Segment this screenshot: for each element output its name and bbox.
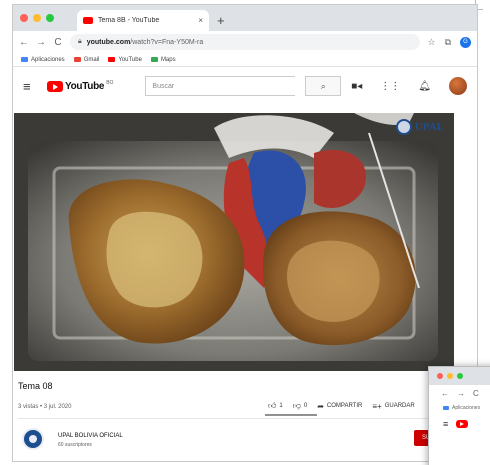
bookmark-youtube[interactable]: YouTube: [108, 57, 142, 63]
search-button[interactable]: ⌕: [305, 76, 342, 96]
channel-subscribers: 60 suscriptores: [58, 442, 92, 448]
maximize-window-button[interactable]: [46, 14, 54, 22]
video-player[interactable]: UPAL: [14, 113, 454, 371]
apps-grid-icon[interactable]: ⋮⋮: [380, 81, 400, 92]
apps-grid-icon: [21, 57, 28, 62]
youtube-favicon-icon: [83, 17, 93, 24]
mini-youtube-logo-icon[interactable]: [456, 420, 469, 428]
thumbs-up-icon: 👍︎: [268, 401, 277, 410]
upal-seal-icon: [395, 119, 412, 135]
overlapping-browser-window[interactable]: ← → C Aplicaciones ≡: [428, 366, 490, 465]
extensions-icon[interactable]: ⧉: [445, 37, 451, 48]
url-host: youtube.com: [86, 38, 131, 46]
video-frame-image: [14, 113, 454, 371]
video-actions: 👍︎ 1 👎︎ 0 ➦ COMPARTIR ≡+ GUARDAR: [268, 401, 415, 411]
mini-back-arrow-icon[interactable]: ←: [441, 389, 449, 398]
tab-strip: Tema 8B - YouTube × +: [13, 5, 477, 31]
minimize-window-button[interactable]: [33, 14, 41, 22]
divider: [18, 418, 448, 419]
region-code: BO: [106, 80, 114, 86]
close-window-button[interactable]: [20, 14, 28, 22]
share-button[interactable]: ➦ COMPARTIR: [317, 402, 362, 411]
mini-close-button[interactable]: [437, 373, 443, 379]
account-avatar[interactable]: [449, 77, 467, 95]
channel-avatar[interactable]: [22, 428, 44, 450]
new-tab-button[interactable]: +: [217, 13, 225, 28]
menu-icon[interactable]: ≡: [23, 79, 37, 94]
back-arrow-icon[interactable]: ←: [19, 37, 29, 48]
profile-avatar[interactable]: G: [460, 36, 471, 48]
mini-maximize-button[interactable]: [457, 373, 463, 379]
bookmarks-bar: Aplicaciones Gmail YouTube Maps: [13, 53, 477, 67]
youtube-icon: [108, 57, 116, 62]
youtube-header: ≡ YouTube BO Buscar ⌕ ■◂ ⋮⋮ 🔔︎: [13, 67, 477, 105]
video-meta: 3 vistas • 3 jul. 2020: [18, 404, 72, 410]
browser-tab-active[interactable]: Tema 8B - YouTube ×: [77, 10, 209, 31]
mini-bookmark-label[interactable]: Aplicaciones: [452, 405, 480, 411]
like-button[interactable]: 👍︎ 1: [268, 401, 283, 411]
watermark-text: UPAL: [414, 121, 444, 133]
save-button[interactable]: ≡+ GUARDAR: [372, 402, 414, 411]
video-title: Tema 08: [18, 381, 53, 391]
star-icon[interactable]: ☆: [427, 37, 435, 48]
mini-apps-icon: [443, 406, 449, 410]
mini-menu-icon[interactable]: ≡: [443, 419, 448, 429]
lock-icon: 🔒︎: [78, 38, 82, 45]
mini-tab-strip: [429, 367, 490, 385]
browser-toolbar-icons: ☆ ⧉ G: [427, 36, 471, 48]
mini-nav-row: ← → C: [429, 385, 490, 401]
like-ratio-bar: [265, 414, 317, 416]
url-path: /watch?v=Fna-Y50M-ra: [130, 38, 204, 46]
mini-window-controls: [437, 373, 463, 379]
mini-youtube-header: ≡: [429, 415, 490, 433]
reload-icon[interactable]: C: [53, 37, 63, 48]
youtube-logo[interactable]: YouTube BO: [46, 80, 114, 92]
mini-minimize-button[interactable]: [447, 373, 453, 379]
mini-forward-arrow-icon[interactable]: →: [457, 389, 465, 398]
header-actions: ■◂ ⋮⋮ 🔔︎: [351, 77, 467, 95]
mini-bookmarks-bar: Aplicaciones: [429, 401, 490, 415]
maps-icon: [150, 57, 158, 62]
forward-arrow-icon[interactable]: →: [36, 37, 46, 48]
thumbs-down-icon: 👎︎: [292, 401, 301, 410]
upal-watermark: UPAL: [395, 119, 444, 135]
create-video-icon[interactable]: ■◂: [351, 81, 362, 92]
bookmark-gmail[interactable]: Gmail: [73, 57, 99, 63]
bookmark-apps[interactable]: Aplicaciones: [21, 57, 65, 63]
bookmark-maps[interactable]: Maps: [150, 57, 176, 63]
playlist-add-icon: ≡+: [372, 401, 382, 411]
share-icon: ➦: [317, 401, 324, 411]
tab-title: Tema 8B - YouTube: [98, 17, 160, 24]
window-controls: [20, 14, 54, 22]
address-row: ← → C 🔒︎ youtube.com/watch?v=Fna-Y50M-ra…: [13, 31, 477, 53]
youtube-logo-icon: [46, 80, 63, 92]
notifications-icon[interactable]: 🔔︎: [418, 81, 431, 92]
address-bar[interactable]: 🔒︎ youtube.com/watch?v=Fna-Y50M-ra: [70, 34, 421, 50]
youtube-wordmark: YouTube: [64, 80, 105, 92]
mini-reload-icon[interactable]: C: [473, 389, 479, 398]
search-input[interactable]: Buscar: [145, 76, 296, 96]
dislike-button[interactable]: 👎︎ 0: [293, 401, 307, 411]
channel-name[interactable]: UPAL BOLIVIA OFICIAL: [58, 433, 123, 439]
gmail-icon: [73, 57, 81, 62]
tab-close-icon[interactable]: ×: [198, 16, 203, 25]
search-icon: ⌕: [320, 80, 326, 91]
